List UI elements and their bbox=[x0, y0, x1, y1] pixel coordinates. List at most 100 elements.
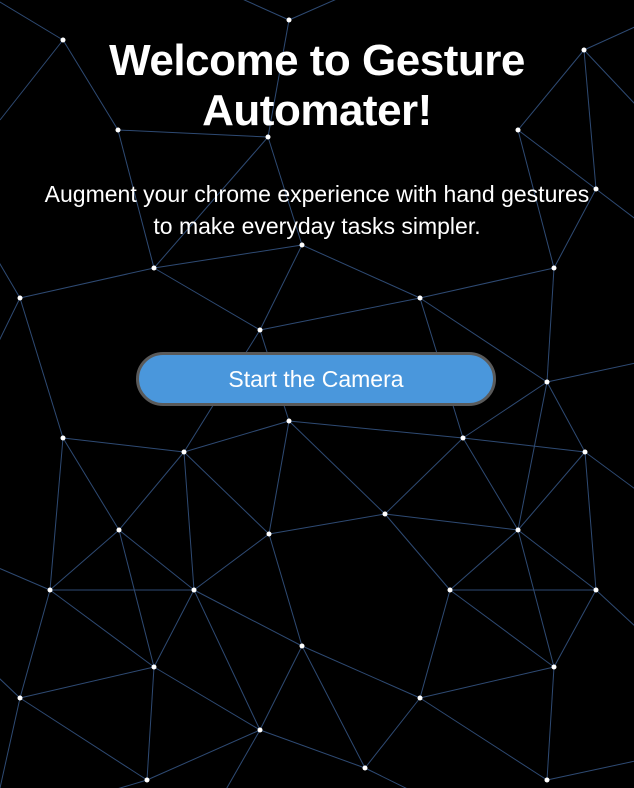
network-link bbox=[419, 697, 548, 781]
network-node bbox=[286, 17, 292, 23]
network-link bbox=[0, 697, 21, 788]
network-link bbox=[419, 589, 451, 699]
network-link bbox=[19, 267, 155, 299]
network-link bbox=[0, 297, 21, 341]
start-camera-button[interactable]: Start the Camera bbox=[136, 352, 496, 406]
network-link bbox=[364, 767, 407, 788]
network-link bbox=[546, 362, 634, 383]
network-link bbox=[449, 589, 555, 668]
network-link bbox=[193, 589, 303, 647]
network-link bbox=[364, 697, 421, 769]
network-link bbox=[49, 529, 120, 591]
network-link bbox=[419, 267, 555, 299]
network-link bbox=[462, 437, 586, 453]
welcome-screen: Welcome to Gesture Automater! Augment yo… bbox=[0, 0, 634, 788]
network-node bbox=[151, 664, 157, 670]
network-node bbox=[116, 527, 122, 533]
network-link bbox=[449, 529, 519, 591]
network-link bbox=[183, 451, 270, 535]
network-node bbox=[266, 531, 272, 537]
network-link bbox=[19, 589, 51, 699]
network-node bbox=[460, 435, 466, 441]
network-node bbox=[447, 587, 453, 593]
network-node bbox=[191, 587, 197, 593]
network-link bbox=[118, 529, 155, 668]
network-node bbox=[417, 295, 423, 301]
network-link bbox=[193, 589, 261, 731]
network-link bbox=[584, 451, 634, 489]
network-link bbox=[301, 645, 421, 699]
network-link bbox=[0, 263, 21, 299]
network-link bbox=[153, 267, 261, 331]
network-node bbox=[417, 695, 423, 701]
network-link bbox=[517, 381, 548, 531]
network-link bbox=[546, 381, 586, 453]
network-link bbox=[62, 437, 185, 453]
network-node bbox=[299, 643, 305, 649]
network-node bbox=[593, 186, 599, 192]
network-node bbox=[551, 265, 557, 271]
network-node bbox=[362, 765, 368, 771]
network-link bbox=[553, 589, 597, 668]
network-link bbox=[517, 451, 586, 531]
network-link bbox=[118, 451, 185, 531]
network-link bbox=[49, 437, 64, 591]
network-link bbox=[288, 420, 386, 515]
network-link bbox=[153, 244, 303, 269]
network-node bbox=[17, 295, 23, 301]
network-link bbox=[384, 513, 519, 531]
network-link bbox=[384, 513, 451, 591]
network-node bbox=[299, 242, 305, 248]
network-node bbox=[515, 527, 521, 533]
network-link bbox=[419, 666, 555, 699]
network-node bbox=[544, 379, 550, 385]
network-node bbox=[257, 327, 263, 333]
network-node bbox=[60, 435, 66, 441]
network-link bbox=[546, 760, 634, 781]
network-node bbox=[382, 511, 388, 517]
network-node bbox=[257, 727, 263, 733]
network-link bbox=[146, 729, 261, 781]
page-title: Welcome to Gesture Automater! bbox=[109, 36, 525, 135]
network-link bbox=[259, 297, 421, 331]
network-link bbox=[183, 420, 290, 453]
network-link bbox=[118, 529, 195, 591]
network-link bbox=[288, 0, 336, 21]
network-link bbox=[0, 678, 21, 699]
network-node bbox=[144, 777, 150, 783]
network-link bbox=[259, 244, 303, 331]
network-link bbox=[153, 666, 261, 731]
network-link bbox=[546, 267, 555, 383]
network-link bbox=[146, 666, 155, 781]
network-link bbox=[259, 729, 366, 769]
network-link bbox=[301, 244, 421, 299]
page-subtitle: Augment your chrome experience with hand… bbox=[44, 181, 590, 239]
network-link bbox=[183, 451, 195, 591]
network-link bbox=[0, 568, 51, 591]
network-link bbox=[153, 589, 195, 668]
network-link bbox=[0, 1, 64, 41]
network-link bbox=[118, 779, 148, 788]
network-link bbox=[259, 645, 303, 731]
network-link bbox=[595, 188, 634, 219]
network-link bbox=[19, 666, 155, 699]
network-link bbox=[49, 589, 155, 668]
network-link bbox=[193, 533, 270, 591]
network-node bbox=[544, 777, 550, 783]
network-node bbox=[181, 449, 187, 455]
network-node bbox=[47, 587, 53, 593]
network-node bbox=[551, 664, 557, 670]
network-node bbox=[286, 418, 292, 424]
network-link bbox=[268, 420, 290, 535]
network-link bbox=[546, 666, 555, 781]
network-node bbox=[151, 265, 157, 271]
network-node bbox=[593, 587, 599, 593]
network-link bbox=[301, 645, 366, 769]
network-link bbox=[62, 437, 120, 531]
network-link bbox=[595, 589, 634, 626]
network-link bbox=[268, 513, 386, 535]
network-link bbox=[19, 697, 148, 781]
network-link bbox=[19, 297, 64, 439]
network-link bbox=[243, 0, 290, 21]
network-link bbox=[462, 437, 519, 531]
